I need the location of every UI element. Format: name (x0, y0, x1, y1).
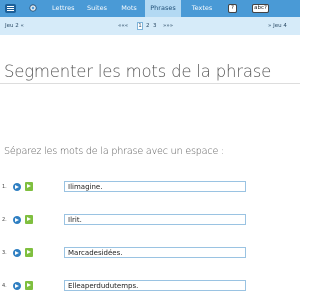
top-nav: Lettres Suites Mots Phrases Textes ? abc… (0, 0, 300, 17)
tab-lettres[interactable]: Lettres (52, 0, 75, 17)
speaker-icon[interactable] (13, 216, 21, 224)
first-page-link[interactable]: ««« (118, 17, 128, 35)
instruction-text: Séparez les mots de la phrase avec un es… (4, 146, 225, 157)
next-game-link[interactable]: » Jeu 4 (268, 17, 287, 35)
play-icon[interactable] (25, 248, 33, 257)
exercise-number: 4. (2, 283, 7, 289)
answer-input[interactable] (64, 247, 246, 258)
speaker-icon[interactable] (13, 249, 21, 257)
last-page-link[interactable]: »»» (163, 17, 173, 35)
exercise-row: 4. (0, 280, 300, 293)
divider (0, 83, 300, 84)
tab-mots[interactable]: Mots (120, 0, 138, 17)
exercise-number: 3. (2, 250, 7, 256)
page-title: Segmenter les mots de la phrase (4, 62, 272, 81)
play-icon[interactable] (25, 281, 33, 290)
exercise-number: 1. (2, 184, 7, 190)
spell-check-button[interactable]: abc? (252, 4, 269, 13)
exercise-pagination: Jeu 2 « ««« 1 2 3 »»» » Jeu 4 (0, 17, 300, 35)
speaker-icon[interactable] (13, 183, 21, 191)
current-page[interactable]: 1 (137, 22, 143, 30)
tab-suites[interactable]: Suites (86, 0, 108, 17)
exercise-number: 2. (2, 217, 7, 223)
page-2-link[interactable]: 2 (146, 17, 150, 35)
help-button[interactable]: ? (228, 4, 237, 13)
tab-textes[interactable]: Textes (190, 0, 214, 17)
page-3-link[interactable]: 3 (153, 17, 157, 35)
answer-input[interactable] (64, 214, 246, 225)
exercise-row: 3. (0, 247, 300, 260)
prev-game-link[interactable]: Jeu 2 « (5, 17, 24, 35)
play-icon[interactable] (25, 182, 33, 191)
exercise-row: 2. (0, 214, 300, 227)
tab-phrases[interactable]: Phrases (145, 0, 181, 17)
answer-input[interactable] (64, 181, 246, 192)
answer-input[interactable] (64, 280, 246, 291)
exercise-row: 1. (0, 181, 300, 194)
menu-icon[interactable] (5, 4, 16, 13)
settings-icon[interactable] (28, 3, 38, 13)
play-icon[interactable] (25, 215, 33, 224)
speaker-icon[interactable] (13, 282, 21, 290)
